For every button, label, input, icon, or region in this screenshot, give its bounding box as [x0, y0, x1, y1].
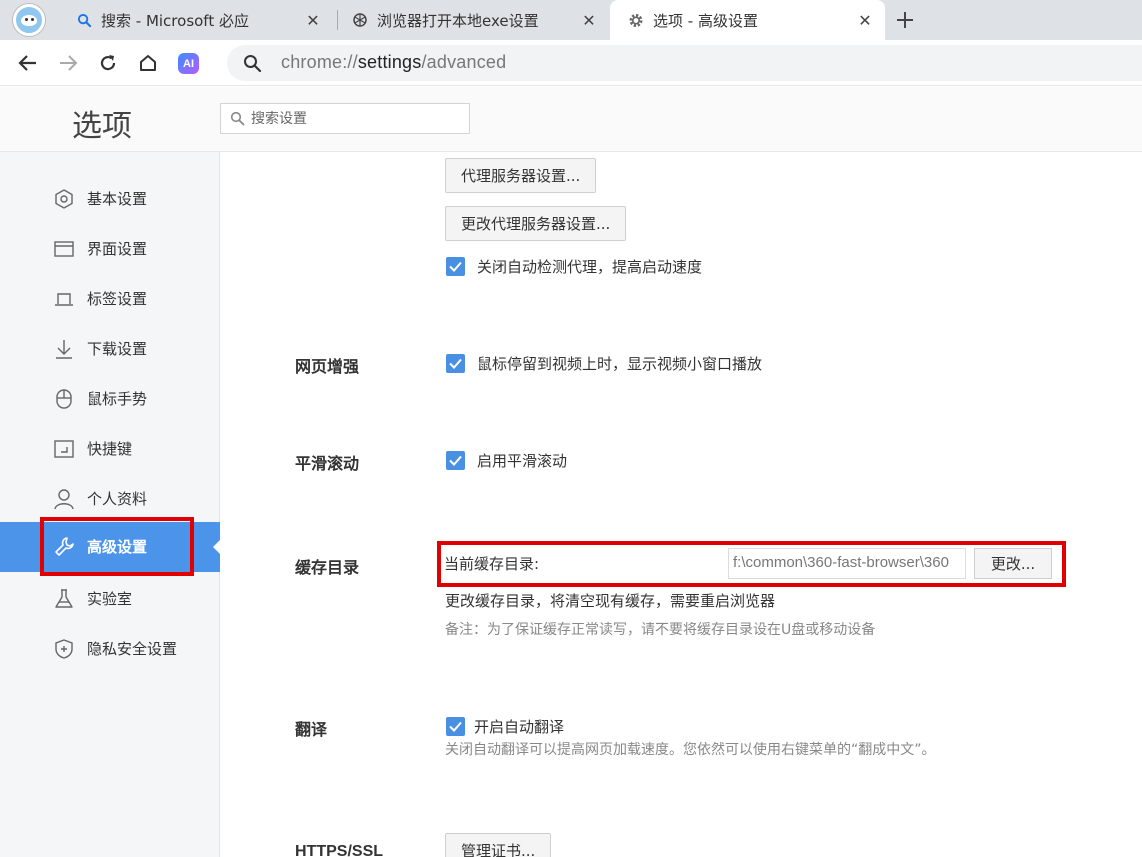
- tab-strip: 搜索 - Microsoft 必应 ✕ 浏览器打开本地exe设置 ✕ 选项 - …: [0, 0, 1142, 40]
- toolbar: AI chrome://settings/advanced: [0, 40, 1142, 86]
- sidebar-item-privacy[interactable]: 隐私安全设置: [0, 624, 220, 674]
- sidebar-item-label: 隐私安全设置: [87, 640, 178, 658]
- new-tab-button[interactable]: [893, 8, 917, 32]
- sidebar: 基本设置 界面设置 标签设置 下载设置 鼠标手势 快捷键 个人资料 高级设置 实…: [0, 152, 221, 857]
- section-title-https: HTTPS/SSL: [295, 843, 384, 857]
- sidebar-item-lab[interactable]: 实验室: [0, 574, 220, 624]
- tab-title: 浏览器打开本地exe设置: [377, 11, 539, 30]
- browser-logo-icon[interactable]: [13, 4, 45, 36]
- search-icon: [230, 111, 245, 130]
- forward-button[interactable]: [56, 51, 80, 75]
- sidebar-item-label: 标签设置: [87, 290, 148, 308]
- settings-header: 选项: [0, 87, 1142, 152]
- address-bar[interactable]: chrome://settings/advanced: [227, 45, 1142, 81]
- check-icon: [449, 721, 462, 732]
- person-icon: [52, 487, 76, 511]
- checkbox[interactable]: [446, 354, 465, 373]
- close-icon[interactable]: ✕: [303, 10, 323, 30]
- home-icon: [140, 55, 156, 71]
- reload-button[interactable]: [96, 51, 120, 75]
- shield-plus-icon: [52, 637, 76, 661]
- close-icon[interactable]: ✕: [579, 10, 599, 30]
- check-icon: [449, 455, 462, 466]
- sidebar-item-label: 鼠标手势: [87, 390, 148, 408]
- checkbox[interactable]: [446, 451, 465, 470]
- search-input[interactable]: [251, 108, 461, 130]
- chatgpt-icon: [352, 12, 368, 28]
- sidebar-item-shortcuts[interactable]: 快捷键: [0, 424, 220, 474]
- url-path: /advanced: [421, 52, 507, 72]
- tab-advanced-settings[interactable]: 选项 - 高级设置 ✕: [610, 0, 885, 40]
- search-icon: [76, 12, 92, 28]
- url-host: settings: [357, 52, 422, 72]
- sidebar-item-label: 个人资料: [87, 490, 148, 508]
- close-icon[interactable]: ✕: [855, 10, 875, 30]
- check-icon: [449, 358, 462, 369]
- tab-bing-search[interactable]: 搜索 - Microsoft 必应 ✕: [58, 0, 333, 40]
- sidebar-item-label: 快捷键: [87, 440, 133, 458]
- back-button[interactable]: [16, 51, 40, 75]
- tab-title: 选项 - 高级设置: [653, 11, 758, 30]
- arrow-left-icon: [18, 55, 36, 71]
- ai-assistant-button[interactable]: AI: [178, 53, 199, 74]
- checkbox-label: 启用平滑滚动: [477, 452, 568, 470]
- settings-search[interactable]: [220, 103, 470, 134]
- auto-translate-option[interactable]: 开启自动翻译: [446, 716, 564, 737]
- sidebar-item-tabs[interactable]: 标签设置: [0, 274, 220, 324]
- sidebar-item-label: 基本设置: [87, 190, 148, 208]
- sidebar-item-label: 实验室: [87, 590, 133, 608]
- home-button[interactable]: [136, 51, 160, 75]
- url-text[interactable]: chrome://settings/advanced: [281, 52, 506, 73]
- page-title: 选项: [72, 109, 132, 144]
- tab-icon: [52, 287, 76, 311]
- reload-icon: [100, 55, 116, 71]
- manage-certificates-button[interactable]: 管理证书...: [445, 833, 552, 857]
- section-title-smooth-scroll: 平滑滚动: [295, 454, 360, 473]
- sidebar-item-download[interactable]: 下载设置: [0, 324, 220, 374]
- sidebar-item-label: 界面设置: [87, 240, 148, 258]
- checkbox[interactable]: [446, 717, 465, 736]
- flask-icon: [52, 587, 76, 611]
- auto-detect-proxy-option[interactable]: 关闭自动检测代理，提高启动速度: [446, 256, 702, 277]
- proxy-settings-button[interactable]: 代理服务器设置...: [445, 158, 597, 193]
- sidebar-item-mouse-gesture[interactable]: 鼠标手势: [0, 374, 220, 424]
- section-title-web-enhance: 网页增强: [295, 357, 360, 376]
- checkbox-label: 开启自动翻译: [474, 718, 565, 736]
- sidebar-item-interface[interactable]: 界面设置: [0, 224, 220, 274]
- search-icon: [243, 54, 262, 77]
- smooth-scroll-option[interactable]: 启用平滑滚动: [446, 450, 567, 471]
- download-icon: [52, 337, 76, 361]
- checkbox[interactable]: [446, 257, 465, 276]
- section-title-cache: 缓存目录: [295, 558, 360, 577]
- checkbox-label: 鼠标停留到视频上时，显示视频小窗口播放: [477, 355, 763, 373]
- tab-exe-settings[interactable]: 浏览器打开本地exe设置 ✕: [334, 0, 609, 40]
- hexagon-icon: [52, 187, 76, 211]
- highlight-box: [437, 541, 1066, 587]
- checkbox-label: 关闭自动检测代理，提高启动速度: [477, 258, 703, 276]
- sidebar-item-label: 下载设置: [87, 340, 148, 358]
- video-popup-option[interactable]: 鼠标停留到视频上时，显示视频小窗口播放: [446, 353, 762, 374]
- url-scheme: chrome://: [281, 52, 358, 72]
- arrow-right-icon: [60, 55, 78, 71]
- section-title-translate: 翻译: [295, 720, 328, 739]
- translate-description: 关闭自动翻译可以提高网页加载速度。您依然可以使用右键菜单的“翻成中文”。: [445, 742, 936, 758]
- window-icon: [52, 237, 76, 261]
- cache-hint: 更改缓存目录，将清空现有缓存，需要重启浏览器: [445, 592, 776, 610]
- cache-note: 备注：为了保证缓存正常读写，请不要将缓存目录设在U盘或移动设备: [445, 622, 876, 638]
- highlight-box: [40, 517, 194, 576]
- check-icon: [449, 261, 462, 272]
- tab-title: 搜索 - Microsoft 必应: [101, 11, 249, 30]
- change-proxy-button[interactable]: 更改代理服务器设置...: [445, 206, 627, 241]
- mouse-icon: [52, 387, 76, 411]
- sidebar-item-basic[interactable]: 基本设置: [0, 174, 220, 224]
- gear-icon: [628, 12, 644, 28]
- shortcut-icon: [52, 437, 76, 461]
